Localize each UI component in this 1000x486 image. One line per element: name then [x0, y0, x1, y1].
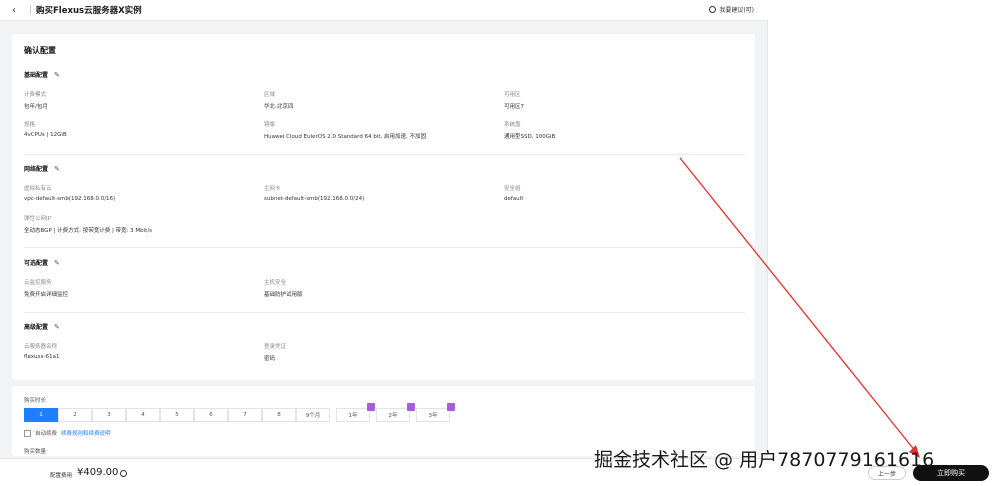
spec-value: 4vCPUs | 12GiB — [24, 132, 67, 138]
section-basic-title: 基础配置 ✎ — [24, 70, 60, 80]
card-title: 确认配置 — [24, 46, 56, 55]
duration-option[interactable]: 3 — [92, 408, 126, 422]
auto-renew-label: 自动续费 — [35, 431, 58, 437]
sg-label: 安全组 — [504, 186, 521, 192]
duration-option[interactable]: 6 — [194, 408, 228, 422]
billing-value: 包年/包月 — [24, 104, 48, 110]
nic-value: subnet-default-smb(192.168.0.0/24) — [264, 196, 365, 202]
duration-option[interactable]: 1 — [24, 408, 58, 422]
duration-option-label: 1年 — [348, 413, 358, 419]
edit-icon[interactable]: ✎ — [54, 165, 60, 173]
auto-renew-checkbox[interactable] — [24, 429, 31, 437]
section-advanced-label: 高级配置 — [24, 324, 49, 331]
renew-rules-link[interactable]: 续费规则和续费说明 — [61, 429, 111, 437]
billing-label: 计费模式 — [24, 92, 47, 98]
duration-option[interactable]: 7 — [228, 408, 262, 422]
monitor-value: 免费开启详细监控 — [24, 292, 69, 298]
duration-label: 购买时长 — [24, 398, 47, 404]
duration-option-label: 3年 — [428, 413, 438, 419]
server-name-value: flexusx-61a1 — [24, 354, 60, 360]
image-value: Huawei Cloud EulerOS 2.0 Standard 64 bit… — [264, 134, 426, 140]
divider — [24, 154, 745, 155]
price-label: 配置费用 — [50, 473, 73, 479]
host-security-label: 主机安全 — [264, 280, 287, 286]
disk-value: 通用型SSD, 100GiB — [504, 134, 556, 140]
disk-label: 系统盘 — [504, 122, 521, 128]
app-shell: ‹ 购买Flexus云服务器X实例 我要建议(可) 确认配置 基础配置 ✎ 计费… — [0, 0, 768, 486]
section-optional-title: 可选配置 ✎ — [24, 258, 60, 268]
top-bar: ‹ 购买Flexus云服务器X实例 我要建议(可) — [0, 0, 768, 21]
monitor-label: 云监控服务 — [24, 280, 52, 286]
edit-icon[interactable]: ✎ — [54, 259, 60, 267]
discount-tag-icon — [367, 403, 375, 411]
nic-label: 主网卡 — [264, 186, 281, 192]
page-title: 购买Flexus云服务器X实例 — [36, 6, 142, 16]
section-network-label: 网络配置 — [24, 166, 49, 173]
discount-tag-icon — [447, 403, 455, 411]
divider — [30, 5, 31, 15]
spec-label: 规格 — [24, 122, 36, 128]
region-value: 华北-北京四 — [264, 104, 294, 110]
section-network-title: 网络配置 ✎ — [24, 164, 60, 174]
duration-option[interactable]: 9个月 — [296, 408, 330, 422]
watermark: 掘金技术社区 @ 用户787077916161​6 — [594, 449, 935, 471]
login-value: 密码 — [264, 356, 276, 362]
vpc-value: vpc-default-smb(192.168.0.0/16) — [24, 196, 116, 202]
eip-label: 弹性公网IP — [24, 216, 51, 222]
host-security-value: 基础防护试用版 — [264, 292, 303, 298]
duration-selector: 1 2 3 4 5 6 7 8 9个月 1年 2年 3年 — [24, 403, 455, 422]
duration-option[interactable]: 8 — [262, 408, 296, 422]
az-value: 可用区7 — [504, 104, 524, 110]
feedback-link[interactable]: 我要建议(可) — [709, 5, 754, 14]
section-advanced-title: 高级配置 ✎ — [24, 322, 60, 332]
section-basic-label: 基础配置 — [24, 72, 49, 79]
divider — [24, 312, 745, 313]
sg-value: default — [504, 196, 524, 202]
feedback-label: 我要建议(可) — [719, 7, 754, 14]
eip-value: 全动态BGP | 计费方式: 按带宽计费 | 带宽: 3 Mbit/s — [24, 228, 153, 234]
edit-icon[interactable]: ✎ — [54, 323, 60, 331]
duration-option-label: 2年 — [388, 413, 398, 419]
section-optional-label: 可选配置 — [24, 260, 49, 267]
region-label: 区域 — [264, 92, 276, 98]
duration-option[interactable]: 4 — [126, 408, 160, 422]
chevron-left-icon[interactable]: ‹ — [12, 5, 24, 16]
login-label: 登录凭证 — [264, 344, 287, 350]
divider — [24, 247, 745, 248]
duration-option-3y[interactable]: 3年 — [416, 403, 455, 422]
quantity-label: 购买数量 — [24, 449, 47, 455]
duration-option-2y[interactable]: 2年 — [376, 403, 415, 422]
duration-option[interactable]: 2 — [58, 408, 92, 422]
image-label: 镜像 — [264, 122, 276, 128]
auto-renew[interactable]: 自动续费 续费规则和续费说明 — [24, 429, 111, 437]
price-value: ¥409.00 — [77, 467, 119, 478]
duration-option-1y[interactable]: 1年 — [336, 403, 375, 422]
server-name-label: 云服务器名称 — [24, 344, 58, 350]
az-label: 可用区 — [504, 92, 521, 98]
vpc-label: 虚拟私有云 — [24, 186, 52, 192]
confirm-config-card: 确认配置 基础配置 ✎ 计费模式 包年/包月 区域 华北-北京四 可用区 可用区… — [12, 34, 755, 380]
discount-tag-icon — [407, 403, 415, 411]
smile-icon — [709, 6, 717, 13]
info-icon[interactable] — [120, 470, 127, 477]
duration-option[interactable]: 5 — [160, 408, 194, 422]
edit-icon[interactable]: ✎ — [54, 71, 60, 79]
